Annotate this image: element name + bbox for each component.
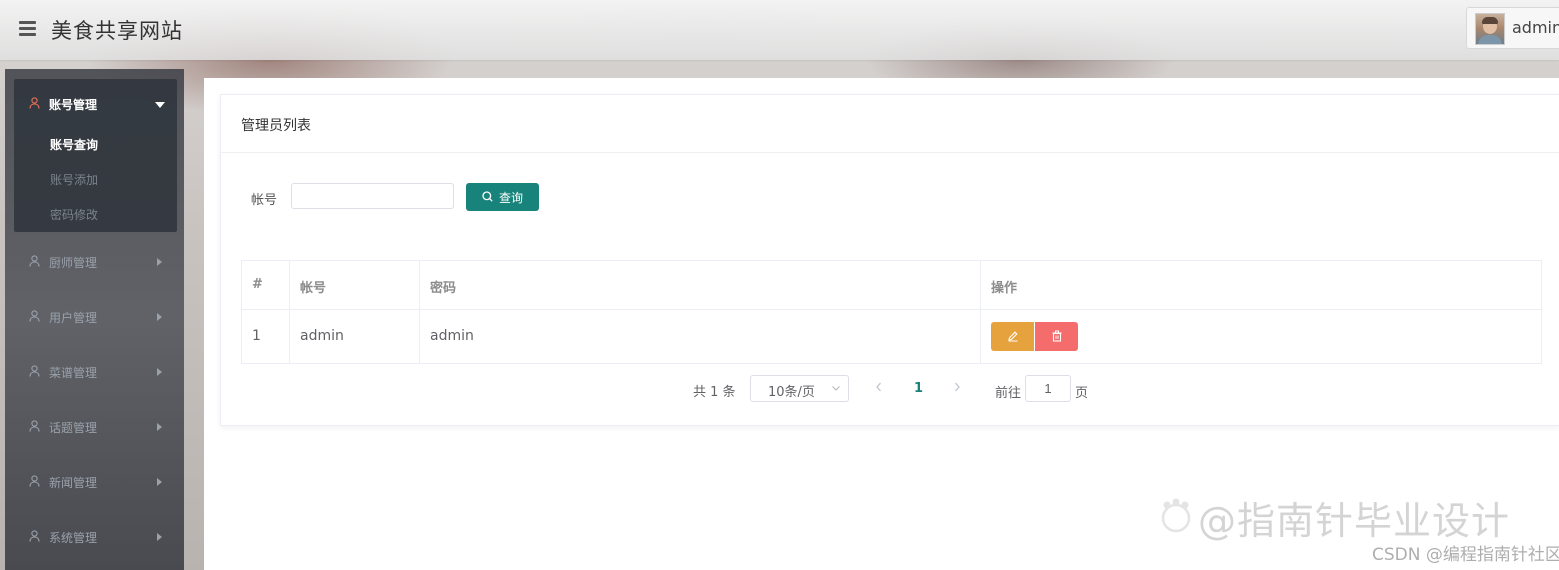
edit-icon — [1008, 331, 1018, 342]
prev-page-icon[interactable] — [874, 380, 884, 394]
watermark-logo-icon — [1161, 498, 1191, 533]
sidebar-item-account-query[interactable]: 账号查询 — [50, 136, 98, 153]
chevron-right-icon — [157, 423, 162, 431]
sidebar-group-label: 话题管理 — [49, 421, 98, 435]
page-size-value: 10条/页 — [768, 385, 815, 400]
user-icon — [29, 97, 40, 109]
site-title: 美食共享网站 — [51, 19, 183, 43]
sidebar-group-label: 用户管理 — [49, 311, 98, 325]
sidebar-item-password-change[interactable]: 密码修改 — [50, 206, 98, 223]
column-header-index: # — [252, 277, 263, 292]
user-menu[interactable]: admin — [1466, 7, 1559, 49]
search-icon — [482, 191, 493, 202]
user-name: admin — [1512, 18, 1559, 37]
chevron-right-icon — [157, 478, 162, 486]
user-icon — [29, 475, 40, 487]
sidebar-group-label: 系统管理 — [49, 531, 98, 545]
next-page-icon[interactable] — [952, 380, 962, 394]
sidebar-group-label: 账号管理 — [49, 98, 98, 112]
page-number-current[interactable]: 1 — [914, 381, 923, 396]
chevron-right-icon — [157, 313, 162, 321]
chevron-right-icon — [157, 533, 162, 541]
sidebar-group-label: 厨师管理 — [49, 256, 98, 270]
user-icon — [29, 255, 40, 267]
user-icon — [29, 420, 40, 432]
sidebar-group-label: 新闻管理 — [49, 476, 98, 490]
table-header-row: # 帐号 密码 操作 — [242, 261, 1541, 310]
trash-icon — [1052, 330, 1062, 342]
cell-password: admin — [430, 328, 474, 344]
pagination-total: 共 1 条 — [693, 385, 736, 400]
avatar — [1475, 13, 1505, 45]
delete-button[interactable] — [1035, 322, 1078, 351]
table-row: 1 admin admin — [242, 310, 1541, 363]
account-search-input[interactable] — [291, 183, 454, 209]
chevron-down-icon — [832, 386, 840, 391]
menu-toggle-icon[interactable] — [19, 21, 36, 37]
goto-label: 前往 — [995, 386, 1022, 401]
card-title: 管理员列表 — [241, 118, 311, 134]
chevron-right-icon — [157, 368, 162, 376]
search-label: 帐号 — [251, 193, 278, 208]
chevron-right-icon — [157, 258, 162, 266]
user-icon — [29, 365, 40, 377]
search-button[interactable]: 查询 — [466, 183, 539, 211]
user-icon — [29, 310, 40, 322]
page-size-select[interactable]: 10条/页 — [750, 375, 849, 402]
page-unit-label: 页 — [1075, 386, 1089, 401]
user-icon — [29, 530, 40, 542]
chevron-down-icon — [155, 102, 165, 108]
column-header-account: 帐号 — [300, 281, 327, 296]
cell-account: admin — [300, 328, 344, 344]
divider — [221, 152, 1559, 153]
column-header-password: 密码 — [430, 281, 457, 296]
admin-list-card: 管理员列表 帐号 查询 # 帐号 密码 操作 1 admin admin 共 1… — [220, 94, 1559, 426]
search-button-label: 查询 — [499, 191, 524, 205]
column-header-actions: 操作 — [991, 281, 1018, 296]
sidebar-group-label: 菜谱管理 — [49, 366, 98, 380]
sidebar: 账号管理 账号查询 账号添加 密码修改 厨师管理 用户管理 菜谱管理 话题管理 … — [5, 69, 184, 570]
watermark-csdn: CSDN @编程指南针社区 — [1372, 545, 1559, 565]
cell-index: 1 — [252, 328, 261, 344]
edit-button[interactable] — [991, 322, 1034, 351]
watermark-text: @指南针毕业设计 — [1198, 499, 1511, 543]
top-header: 美食共享网站 admin — [0, 0, 1559, 60]
goto-page-input[interactable] — [1025, 375, 1071, 402]
admin-table: # 帐号 密码 操作 1 admin admin — [241, 260, 1542, 364]
sidebar-item-account-add[interactable]: 账号添加 — [50, 171, 98, 188]
